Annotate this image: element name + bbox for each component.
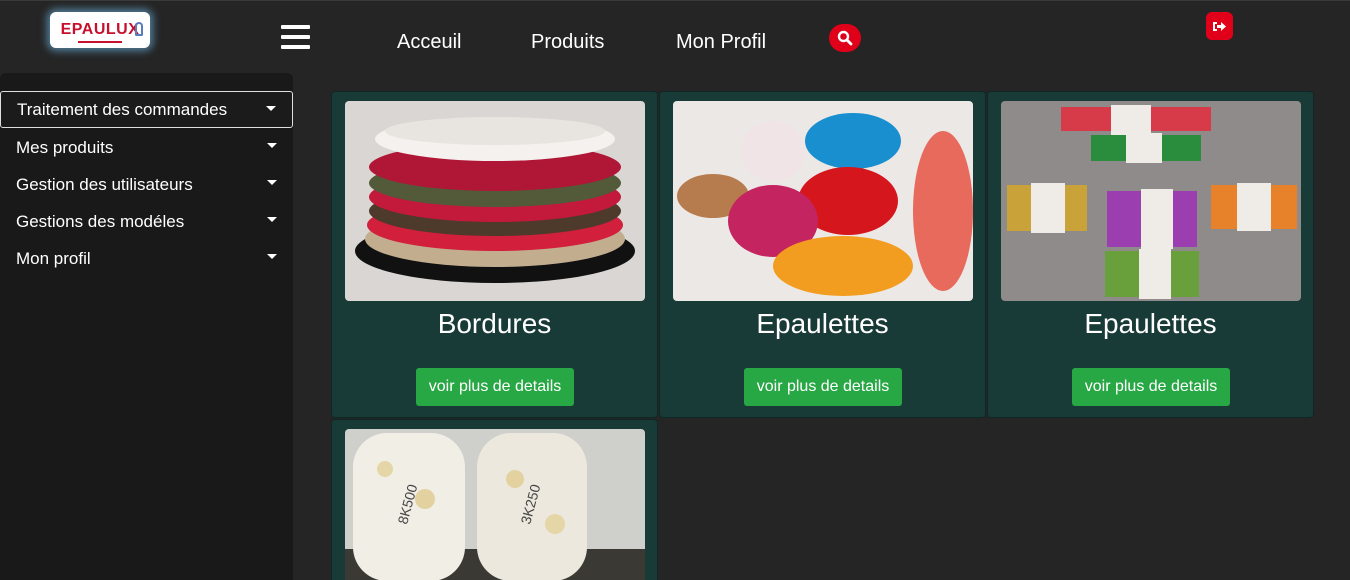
product-image[interactable] xyxy=(1001,101,1301,301)
sidebar-item-utilisateurs[interactable]: Gestion des utilisateurs xyxy=(0,166,293,203)
details-button[interactable]: voir plus de details xyxy=(416,368,574,406)
sign-out-icon xyxy=(1213,21,1226,31)
product-title: Epaulettes xyxy=(756,308,889,339)
product-card: Epaulettes voir plus de details xyxy=(987,91,1314,418)
product-image[interactable] xyxy=(345,101,645,301)
sidebar-item-commandes[interactable]: Traitement des commandes xyxy=(0,91,293,128)
caret-down-icon xyxy=(267,217,277,222)
details-button[interactable]: voir plus de details xyxy=(744,368,902,406)
product-title: Epaulettes xyxy=(1084,308,1217,339)
sidebar-item-label: Traitement des commandes xyxy=(17,99,228,119)
menu-toggle-icon[interactable] xyxy=(281,25,310,49)
product-image[interactable] xyxy=(673,101,973,301)
caret-down-icon xyxy=(267,143,277,148)
sidebar-item-label: Mes produits xyxy=(16,137,114,157)
nav-link-produits[interactable]: Produits xyxy=(531,31,604,54)
product-image[interactable]: 8K500 3K250 xyxy=(345,429,645,580)
caret-down-icon xyxy=(267,180,277,185)
logo-underline xyxy=(78,41,122,43)
logout-button[interactable] xyxy=(1206,12,1233,40)
search-button[interactable] xyxy=(829,24,861,52)
sidebar-item-label: Mon profil xyxy=(16,248,91,268)
nav-link-mon-profil[interactable]: Mon Profil xyxy=(676,31,766,54)
logo-swirl-icon xyxy=(135,22,143,36)
product-card: 8K500 3K250 xyxy=(331,419,658,580)
sidebar-item-produits[interactable]: Mes produits xyxy=(0,129,293,166)
sidebar-item-label: Gestion des utilisateurs xyxy=(16,174,193,194)
logo-text: EPAULUX xyxy=(60,21,140,38)
product-card: Bordures voir plus de details xyxy=(331,91,658,418)
product-title: Bordures xyxy=(437,308,552,339)
nav-link-acceuil[interactable]: Acceuil xyxy=(397,31,461,54)
sidebar-item-profil[interactable]: Mon profil xyxy=(0,240,293,277)
brand-logo[interactable]: EPAULUX xyxy=(50,12,150,48)
top-navbar: EPAULUX Acceuil Produits Mon Profil xyxy=(0,0,1350,80)
sidebar: Traitement des commandes Mes produits Ge… xyxy=(0,73,293,580)
product-card: Epaulettes voir plus de details xyxy=(659,91,986,418)
search-icon xyxy=(837,30,853,46)
caret-down-icon xyxy=(266,106,276,111)
sidebar-item-label: Gestions des modéles xyxy=(16,211,185,231)
caret-down-icon xyxy=(267,254,277,259)
sidebar-item-modeles[interactable]: Gestions des modéles xyxy=(0,203,293,240)
details-button[interactable]: voir plus de details xyxy=(1072,368,1230,406)
